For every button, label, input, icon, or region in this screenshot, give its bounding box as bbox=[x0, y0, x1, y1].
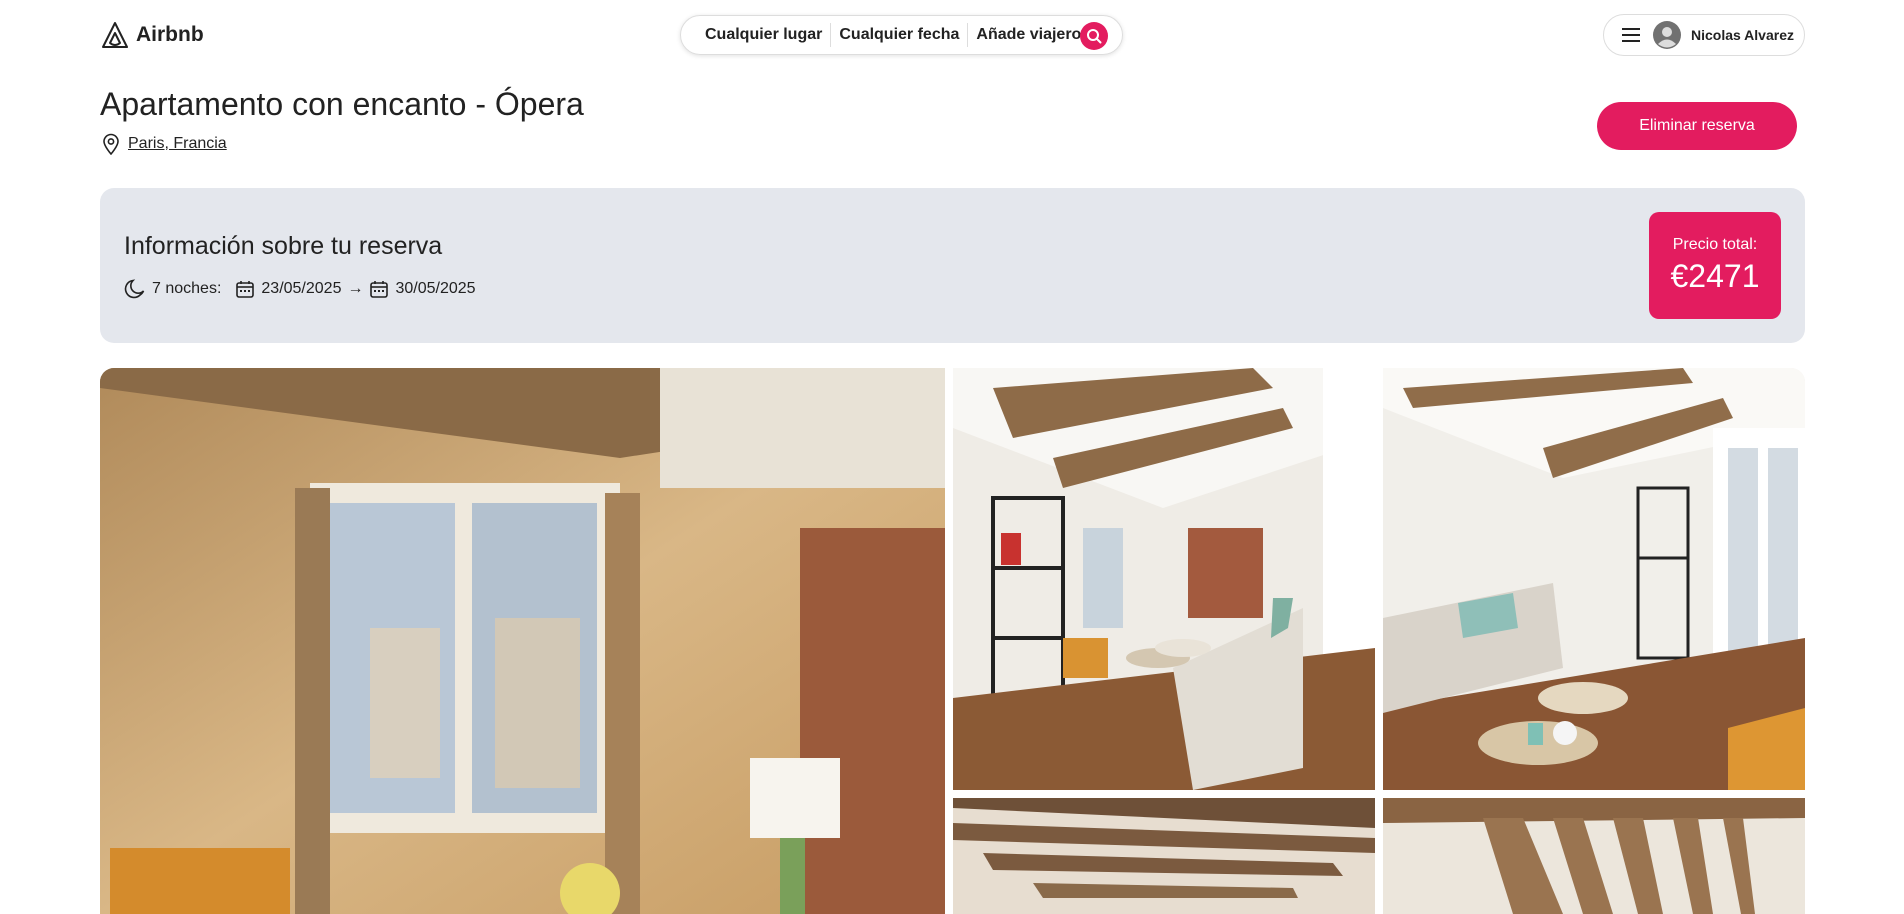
calendar-icon bbox=[370, 281, 389, 298]
avatar-icon bbox=[1653, 21, 1681, 49]
check-out-date: 30/05/2025 bbox=[369, 279, 476, 299]
check-in-label: 23/05/2025 bbox=[261, 280, 342, 297]
booking-details: 7 noches: 23/05/2025 → 30/05/2025 bbox=[124, 278, 476, 300]
moon-icon bbox=[124, 279, 145, 299]
airbnb-logo[interactable]: Airbnb bbox=[101, 20, 204, 50]
nights-count: 7 noches: bbox=[124, 278, 221, 300]
booking-info-panel: Información sobre tu reserva 7 noches: 2… bbox=[100, 188, 1805, 343]
booking-heading: Información sobre tu reserva bbox=[124, 232, 443, 260]
price-value: €2471 bbox=[1670, 258, 1760, 294]
location-link[interactable]: Paris, Francia bbox=[128, 135, 227, 153]
search-button[interactable] bbox=[1080, 22, 1108, 50]
calendar-icon bbox=[236, 281, 255, 298]
nights-label: 7 noches: bbox=[152, 280, 222, 297]
search-divider bbox=[830, 23, 832, 47]
search-bar[interactable]: Cualquier lugar Cualquier fecha Añade vi… bbox=[680, 15, 1123, 55]
listing-photo-main[interactable] bbox=[100, 368, 945, 914]
listing-photo[interactable] bbox=[1383, 368, 1805, 790]
delete-reservation-button[interactable]: Eliminar reserva bbox=[1597, 102, 1797, 150]
user-menu-button[interactable]: Nicolas Alvarez bbox=[1603, 14, 1805, 56]
page-title: Apartamento con encanto - Ópera bbox=[100, 86, 584, 122]
map-pin-icon bbox=[103, 133, 119, 155]
user-name: Nicolas Alvarez bbox=[1691, 27, 1794, 43]
search-location[interactable]: Cualquier lugar bbox=[705, 26, 822, 44]
search-guests[interactable]: Añade viajeros bbox=[976, 26, 1090, 44]
listing-photo[interactable] bbox=[953, 798, 1375, 914]
menu-icon bbox=[1622, 28, 1640, 42]
search-dates[interactable]: Cualquier fecha bbox=[839, 26, 959, 44]
check-in-date: 23/05/2025 bbox=[235, 279, 341, 299]
check-out-label: 30/05/2025 bbox=[395, 280, 476, 297]
total-price-card: Precio total: €2471 bbox=[1649, 212, 1781, 319]
listing-location: Paris, Francia bbox=[101, 133, 227, 155]
listing-photo[interactable] bbox=[953, 368, 1375, 790]
price-label: Precio total: bbox=[1672, 236, 1758, 253]
listing-photo[interactable] bbox=[1383, 798, 1805, 914]
search-divider bbox=[967, 23, 969, 47]
airbnb-logo-icon bbox=[102, 22, 128, 48]
date-arrow: → bbox=[347, 280, 364, 297]
brand-name: Airbnb bbox=[136, 23, 204, 46]
search-icon bbox=[1087, 29, 1102, 44]
